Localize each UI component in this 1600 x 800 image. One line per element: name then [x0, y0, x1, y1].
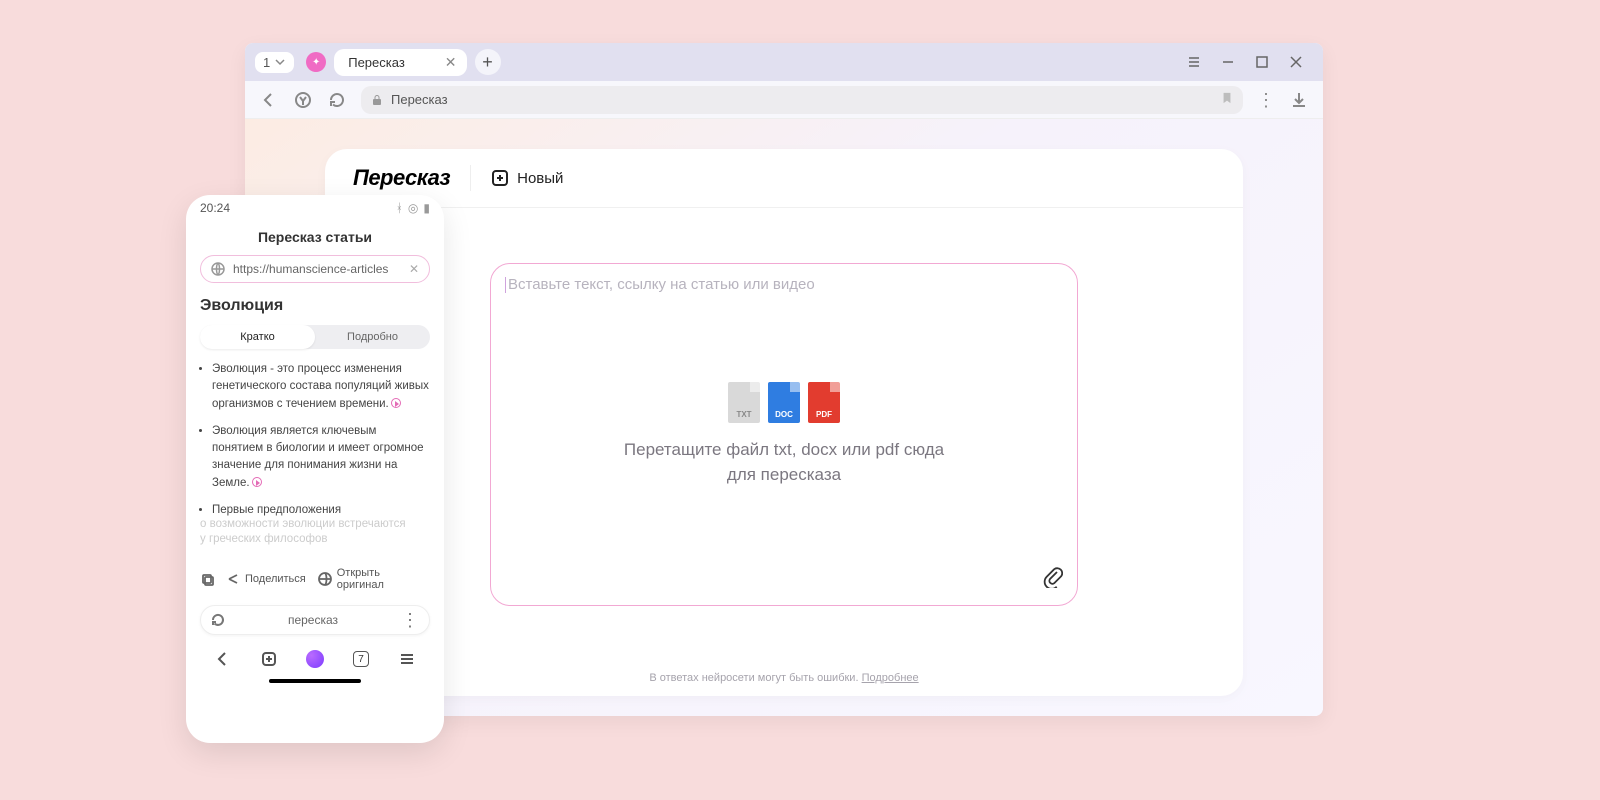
phone-mock: 20:24 ᚼ ◎ ▮ Пересказ статьи https://huma…: [186, 195, 444, 743]
copy-icon: [200, 572, 214, 586]
seg-brief[interactable]: Кратко: [200, 325, 315, 349]
close-icon[interactable]: [1289, 55, 1303, 69]
phone-actions: Поделиться Открыть оригинал: [186, 557, 444, 601]
back-icon[interactable]: [259, 90, 279, 110]
open-original-button[interactable]: Открыть оригинал: [318, 567, 430, 591]
share-button[interactable]: Поделиться: [226, 572, 306, 586]
phone-url-text: https://humanscience-articles: [233, 262, 388, 276]
browser-toolbar: Пересказ ⋮: [245, 81, 1323, 119]
nav-home-icon[interactable]: [305, 649, 325, 669]
nav-menu-icon[interactable]: [397, 649, 417, 669]
app-title: Пересказ: [353, 165, 450, 191]
reload-icon[interactable]: [327, 90, 347, 110]
yandex-icon[interactable]: [293, 90, 313, 110]
new-button[interactable]: Новый: [491, 169, 563, 187]
tab-title: Пересказ: [348, 55, 405, 70]
attach-button[interactable]: [1043, 566, 1063, 593]
browser-tab[interactable]: Пересказ ✕: [334, 49, 466, 76]
doc-file-icon: DOC: [768, 382, 800, 423]
phone-statusbar: 20:24 ᚼ ◎ ▮: [186, 195, 444, 221]
card-header: Пересказ Новый: [325, 149, 1243, 208]
chevron-down-icon: [274, 56, 286, 68]
citation-icon[interactable]: [391, 398, 401, 408]
globe-icon: [318, 572, 332, 586]
input-placeholder[interactable]: Вставьте текст, ссылку на статью или вид…: [505, 276, 1063, 293]
dropzone[interactable]: Вставьте текст, ссылку на статью или вид…: [490, 263, 1078, 606]
disclaimer-link[interactable]: Подробнее: [862, 672, 919, 684]
nav-tabs-icon[interactable]: 7: [351, 649, 371, 669]
status-time: 20:24: [200, 201, 230, 215]
new-tab-button[interactable]: +: [475, 49, 501, 75]
home-indicator: [269, 679, 361, 683]
copy-button[interactable]: [200, 572, 214, 586]
bluetooth-icon: ᚼ: [396, 201, 403, 215]
article-heading: Эволюция: [186, 295, 444, 325]
share-icon: [226, 572, 240, 586]
battery-icon: ▮: [423, 201, 430, 215]
minimize-icon[interactable]: [1221, 55, 1235, 69]
phone-page-title: Пересказ статьи: [186, 221, 444, 255]
main-card: Пересказ Новый Вставьте текст, ссылку на…: [325, 149, 1243, 696]
seg-detail[interactable]: Подробно: [315, 325, 430, 349]
wifi-icon: ◎: [408, 201, 418, 215]
plus-square-icon: [491, 169, 509, 187]
pdf-file-icon: PDF: [808, 382, 840, 423]
file-icons: TXT DOC PDF: [728, 382, 840, 423]
maximize-icon[interactable]: [1255, 55, 1269, 69]
browser-tabbar: 1 ✦ Пересказ ✕ +: [245, 43, 1323, 81]
reload-icon[interactable]: [211, 613, 225, 627]
globe-icon: [211, 262, 225, 276]
status-icons: ᚼ ◎ ▮: [396, 201, 430, 215]
phone-search-text: пересказ: [235, 613, 391, 627]
citation-icon[interactable]: [252, 477, 262, 487]
phone-url-field[interactable]: https://humanscience-articles ✕: [200, 255, 430, 283]
divider: [470, 165, 471, 191]
nav-back-icon[interactable]: [213, 649, 233, 669]
dropzone-center: TXT DOC PDF Перетащите файл txt, docx ил…: [491, 264, 1077, 605]
tab-favicon-icon: ✦: [306, 52, 326, 72]
paperclip-icon: [1043, 566, 1063, 588]
hamburger-icon[interactable]: [1187, 55, 1201, 69]
list-item: Эволюция - это процесс изменения генетич…: [212, 361, 430, 413]
download-icon[interactable]: [1289, 90, 1309, 110]
phone-bottom-nav: 7: [186, 643, 444, 673]
window-controls: [1187, 55, 1313, 69]
faded-line: у греческих философов: [200, 531, 444, 548]
summary-list: Эволюция - это процесс изменения генетич…: [186, 361, 444, 557]
bookmark-icon[interactable]: [1221, 92, 1233, 107]
dropzone-text: Перетащите файл txt, docx или pdf сюда д…: [624, 437, 944, 488]
phone-search-bar[interactable]: пересказ ⋮: [200, 605, 430, 635]
segmented-control: Кратко Подробно: [200, 325, 430, 349]
tab-counter[interactable]: 1: [255, 52, 294, 73]
clear-url-icon[interactable]: ✕: [409, 262, 419, 276]
lock-icon: [371, 94, 383, 106]
new-label: Новый: [517, 170, 563, 187]
tab-close-icon[interactable]: ✕: [445, 54, 457, 71]
tab-count-value: 1: [263, 55, 270, 70]
list-item: Эволюция является ключевым понятием в би…: [212, 423, 430, 492]
disclaimer: В ответах нейросети могут быть ошибки. П…: [325, 672, 1243, 684]
txt-file-icon: TXT: [728, 382, 760, 423]
nav-newtab-icon[interactable]: [259, 649, 279, 669]
address-bar[interactable]: Пересказ: [361, 86, 1243, 114]
address-text: Пересказ: [391, 92, 448, 107]
